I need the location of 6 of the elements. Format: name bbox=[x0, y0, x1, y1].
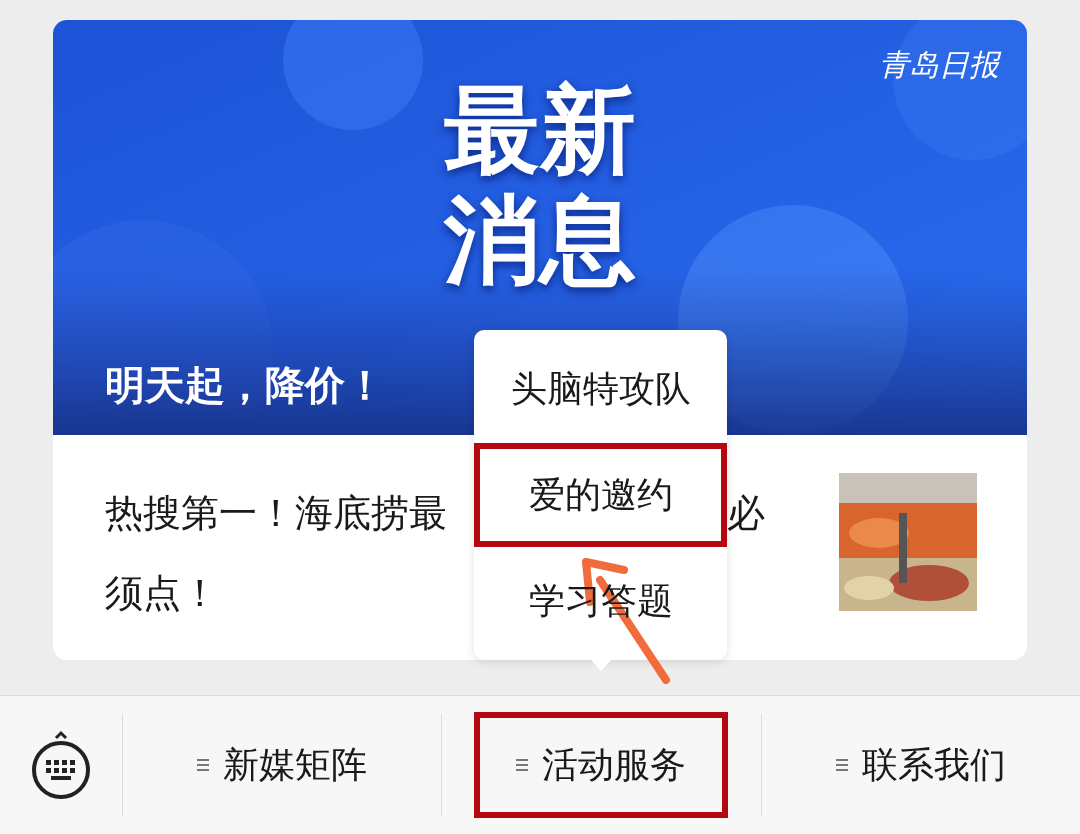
article-title: 热搜第一！海底捞最 bbox=[105, 491, 447, 536]
article-caption: 明天起，降价！ bbox=[105, 362, 385, 409]
banner-headline: 最新 bbox=[444, 75, 636, 185]
article-title: 须点！ bbox=[105, 571, 219, 616]
article-title: 必 bbox=[727, 491, 765, 536]
banner-headline: 消息 bbox=[444, 185, 636, 295]
